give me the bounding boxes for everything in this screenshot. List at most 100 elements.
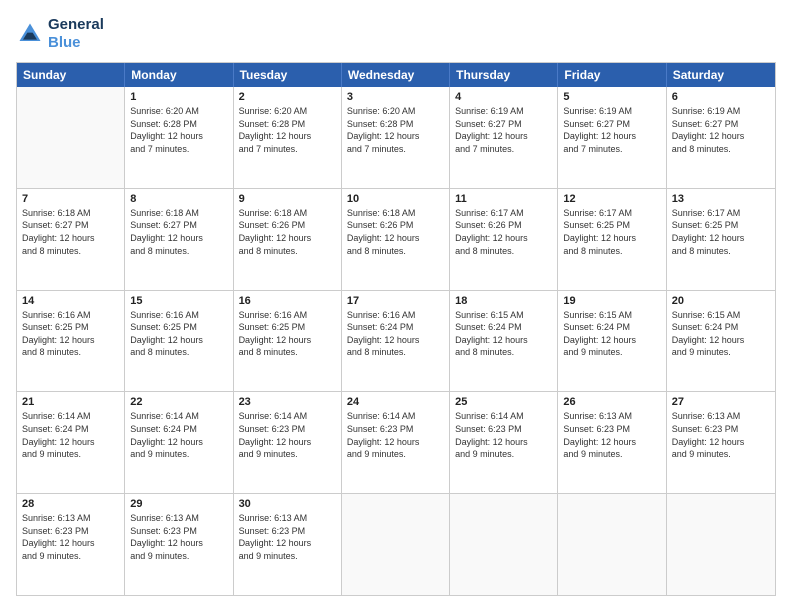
day-cell-6: 6 Sunrise: 6:19 AMSunset: 6:27 PMDaylight… <box>667 87 775 188</box>
day-info: Sunrise: 6:13 AMSunset: 6:23 PMDaylight:… <box>563 410 660 460</box>
day-cell-14: 14 Sunrise: 6:16 AMSunset: 6:25 PMDayligh… <box>17 291 125 392</box>
week-row-1: 1 Sunrise: 6:20 AMSunset: 6:28 PMDaylight… <box>17 87 775 189</box>
day-number: 22 <box>130 396 227 408</box>
header-day-friday: Friday <box>558 63 666 87</box>
day-info: Sunrise: 6:16 AMSunset: 6:24 PMDaylight:… <box>347 309 444 359</box>
day-cell-9: 9Sunrise: 6:18 AMSunset: 6:26 PMDaylight… <box>234 189 342 290</box>
week-row-3: 14 Sunrise: 6:16 AMSunset: 6:25 PMDayligh… <box>17 291 775 393</box>
day-number: 14 <box>22 295 119 307</box>
day-number: 21 <box>22 396 119 408</box>
day-info: Sunrise: 6:20 AMSunset: 6:28 PMDaylight:… <box>347 105 444 155</box>
day-cell-11: 11 Sunrise: 6:17 AMSunset: 6:26 PMDayligh… <box>450 189 558 290</box>
day-cell-8: 8 Sunrise: 6:18 AMSunset: 6:27 PMDaylight… <box>125 189 233 290</box>
day-cell-empty <box>558 494 666 595</box>
day-number: 24 <box>347 396 444 408</box>
day-cell-13: 13 Sunrise: 6:17 AMSunset: 6:25 PMDayligh… <box>667 189 775 290</box>
logo: General Blue <box>16 16 104 52</box>
day-info: Sunrise: 6:17 AMSunset: 6:25 PMDaylight:… <box>672 207 770 257</box>
day-cell-18: 18Sunrise: 6:15 AMSunset: 6:24 PMDayligh… <box>450 291 558 392</box>
day-number: 1 <box>130 91 227 103</box>
day-number: 13 <box>672 193 770 205</box>
day-number: 25 <box>455 396 552 408</box>
day-number: 4 <box>455 91 552 103</box>
day-number: 5 <box>563 91 660 103</box>
day-number: 9 <box>239 193 336 205</box>
day-number: 17 <box>347 295 444 307</box>
day-cell-2: 2 Sunrise: 6:20 AMSunset: 6:28 PMDaylight… <box>234 87 342 188</box>
header-day-monday: Monday <box>125 63 233 87</box>
day-cell-7: 7 Sunrise: 6:18 AMSunset: 6:27 PMDaylight… <box>17 189 125 290</box>
day-cell-15: 15 Sunrise: 6:16 AMSunset: 6:25 PMDayligh… <box>125 291 233 392</box>
day-number: 15 <box>130 295 227 307</box>
day-number: 12 <box>563 193 660 205</box>
day-info: Sunrise: 6:19 AMSunset: 6:27 PMDaylight:… <box>455 105 552 155</box>
day-info: Sunrise: 6:15 AMSunset: 6:24 PMDaylight:… <box>455 309 552 359</box>
day-info: Sunrise: 6:17 AMSunset: 6:26 PMDaylight:… <box>455 207 552 257</box>
day-number: 7 <box>22 193 119 205</box>
day-cell-24: 24Sunrise: 6:14 AMSunset: 6:23 PMDayligh… <box>342 392 450 493</box>
day-info: Sunrise: 6:16 AMSunset: 6:25 PMDaylight:… <box>239 309 336 359</box>
week-row-4: 21 Sunrise: 6:14 AMSunset: 6:24 PMDayligh… <box>17 392 775 494</box>
day-cell-23: 23Sunrise: 6:14 AMSunset: 6:23 PMDayligh… <box>234 392 342 493</box>
logo-text: General Blue <box>48 16 104 52</box>
day-info: Sunrise: 6:13 AMSunset: 6:23 PMDaylight:… <box>239 512 336 562</box>
page: General Blue SundayMondayTuesdayWednesda… <box>0 0 792 612</box>
day-info: Sunrise: 6:19 AMSunset: 6:27 PMDaylight:… <box>563 105 660 155</box>
header-day-saturday: Saturday <box>667 63 775 87</box>
day-info: Sunrise: 6:13 AMSunset: 6:23 PMDaylight:… <box>130 512 227 562</box>
day-number: 2 <box>239 91 336 103</box>
day-cell-empty <box>450 494 558 595</box>
logo-icon <box>16 20 44 48</box>
day-info: Sunrise: 6:16 AMSunset: 6:25 PMDaylight:… <box>130 309 227 359</box>
day-cell-4: 4 Sunrise: 6:19 AMSunset: 6:27 PMDaylight… <box>450 87 558 188</box>
day-info: Sunrise: 6:14 AMSunset: 6:24 PMDaylight:… <box>22 410 119 460</box>
day-cell-empty <box>17 87 125 188</box>
day-cell-20: 20 Sunrise: 6:15 AMSunset: 6:24 PMDayligh… <box>667 291 775 392</box>
calendar-header: SundayMondayTuesdayWednesdayThursdayFrid… <box>17 63 775 87</box>
day-cell-10: 10Sunrise: 6:18 AMSunset: 6:26 PMDayligh… <box>342 189 450 290</box>
day-info: Sunrise: 6:17 AMSunset: 6:25 PMDaylight:… <box>563 207 660 257</box>
day-cell-28: 28 Sunrise: 6:13 AMSunset: 6:23 PMDayligh… <box>17 494 125 595</box>
day-number: 11 <box>455 193 552 205</box>
day-info: Sunrise: 6:14 AMSunset: 6:23 PMDaylight:… <box>455 410 552 460</box>
day-cell-17: 17 Sunrise: 6:16 AMSunset: 6:24 PMDayligh… <box>342 291 450 392</box>
day-number: 20 <box>672 295 770 307</box>
day-cell-29: 29Sunrise: 6:13 AMSunset: 6:23 PMDayligh… <box>125 494 233 595</box>
day-cell-21: 21 Sunrise: 6:14 AMSunset: 6:24 PMDayligh… <box>17 392 125 493</box>
day-cell-19: 19Sunrise: 6:15 AMSunset: 6:24 PMDayligh… <box>558 291 666 392</box>
day-cell-empty <box>342 494 450 595</box>
day-cell-5: 5 Sunrise: 6:19 AMSunset: 6:27 PMDaylight… <box>558 87 666 188</box>
day-info: Sunrise: 6:18 AMSunset: 6:27 PMDaylight:… <box>22 207 119 257</box>
day-info: Sunrise: 6:19 AMSunset: 6:27 PMDaylight:… <box>672 105 770 155</box>
calendar: SundayMondayTuesdayWednesdayThursdayFrid… <box>16 62 776 596</box>
day-number: 6 <box>672 91 770 103</box>
week-row-2: 7 Sunrise: 6:18 AMSunset: 6:27 PMDaylight… <box>17 189 775 291</box>
day-info: Sunrise: 6:13 AMSunset: 6:23 PMDaylight:… <box>22 512 119 562</box>
header-day-tuesday: Tuesday <box>234 63 342 87</box>
day-cell-22: 22 Sunrise: 6:14 AMSunset: 6:24 PMDayligh… <box>125 392 233 493</box>
day-cell-25: 25 Sunrise: 6:14 AMSunset: 6:23 PMDayligh… <box>450 392 558 493</box>
day-cell-27: 27Sunrise: 6:13 AMSunset: 6:23 PMDayligh… <box>667 392 775 493</box>
day-info: Sunrise: 6:16 AMSunset: 6:25 PMDaylight:… <box>22 309 119 359</box>
day-cell-3: 3Sunrise: 6:20 AMSunset: 6:28 PMDaylight… <box>342 87 450 188</box>
day-info: Sunrise: 6:20 AMSunset: 6:28 PMDaylight:… <box>130 105 227 155</box>
header-day-sunday: Sunday <box>17 63 125 87</box>
day-number: 16 <box>239 295 336 307</box>
week-row-5: 28 Sunrise: 6:13 AMSunset: 6:23 PMDayligh… <box>17 494 775 595</box>
day-cell-12: 12 Sunrise: 6:17 AMSunset: 6:25 PMDayligh… <box>558 189 666 290</box>
day-info: Sunrise: 6:14 AMSunset: 6:24 PMDaylight:… <box>130 410 227 460</box>
day-info: Sunrise: 6:20 AMSunset: 6:28 PMDaylight:… <box>239 105 336 155</box>
day-number: 10 <box>347 193 444 205</box>
day-number: 19 <box>563 295 660 307</box>
day-number: 30 <box>239 498 336 510</box>
header-day-wednesday: Wednesday <box>342 63 450 87</box>
day-cell-26: 26Sunrise: 6:13 AMSunset: 6:23 PMDayligh… <box>558 392 666 493</box>
calendar-body: 1 Sunrise: 6:20 AMSunset: 6:28 PMDaylight… <box>17 87 775 595</box>
day-cell-30: 30 Sunrise: 6:13 AMSunset: 6:23 PMDayligh… <box>234 494 342 595</box>
day-cell-16: 16 Sunrise: 6:16 AMSunset: 6:25 PMDayligh… <box>234 291 342 392</box>
day-cell-1: 1 Sunrise: 6:20 AMSunset: 6:28 PMDaylight… <box>125 87 233 188</box>
day-number: 28 <box>22 498 119 510</box>
day-number: 8 <box>130 193 227 205</box>
day-info: Sunrise: 6:15 AMSunset: 6:24 PMDaylight:… <box>672 309 770 359</box>
day-info: Sunrise: 6:18 AMSunset: 6:27 PMDaylight:… <box>130 207 227 257</box>
